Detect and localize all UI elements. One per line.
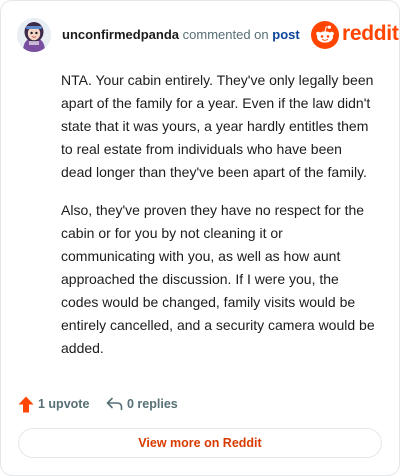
view-more-label: View more on Reddit: [138, 436, 262, 450]
replies-count: 0 replies: [127, 397, 178, 411]
commented-on-text: commented on: [182, 27, 269, 42]
upvote-arrow-icon: [18, 396, 34, 412]
upvote-button[interactable]: 1 upvote: [18, 393, 89, 415]
view-more-on-reddit-button[interactable]: View more on Reddit: [18, 428, 382, 458]
replies-button[interactable]: 0 replies: [106, 393, 178, 415]
post-link[interactable]: post: [272, 27, 299, 42]
reddit-snoo-icon: [311, 21, 339, 49]
reddit-wordmark: reddit: [342, 22, 399, 45]
username-link[interactable]: unconfirmedpanda: [62, 27, 179, 42]
avatar-image: [17, 18, 51, 52]
comment-card: unconfirmedpanda commented on post reddi…: [0, 0, 400, 476]
upvote-count: 1 upvote: [38, 397, 90, 411]
comment-paragraph: NTA. Your cabin entirely. They've only l…: [61, 72, 374, 180]
avatar[interactable]: [17, 18, 51, 52]
comment-header: unconfirmedpanda commented on post reddi…: [17, 17, 399, 53]
reddit-logo[interactable]: reddit: [311, 21, 399, 49]
comment-meta: unconfirmedpanda commented on post: [62, 27, 300, 42]
comment-actions: 1 upvote 0 replies: [18, 393, 318, 415]
comment-paragraph: Also, they've proven they have no respec…: [61, 202, 375, 356]
reply-arrow-icon: [106, 397, 123, 411]
comment-body: NTA. Your cabin entirely. They've only l…: [61, 69, 375, 375]
